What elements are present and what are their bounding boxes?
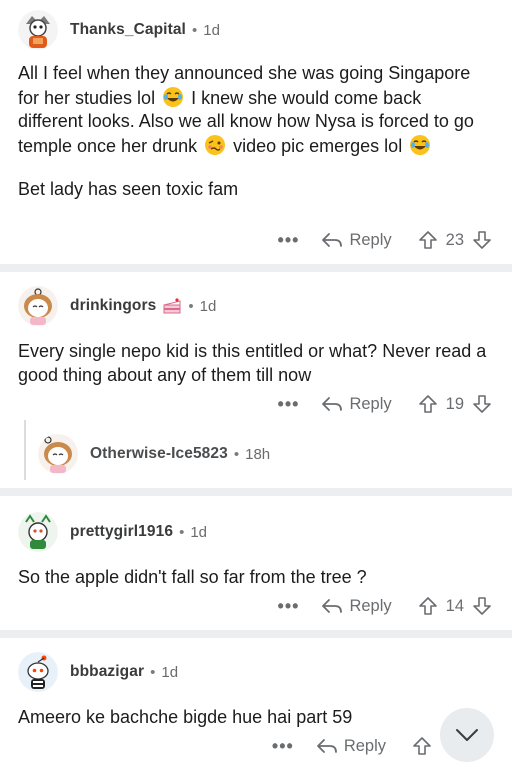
thread-line[interactable] — [24, 420, 26, 480]
vote-controls: 19 — [418, 394, 492, 414]
username[interactable]: Otherwise-Ice5823 — [90, 445, 228, 463]
comment-body: All I feel when they announced she was g… — [18, 62, 488, 202]
comment-header: prettygirl1916 • 1d — [18, 512, 207, 552]
timestamp: 1d — [199, 297, 217, 315]
reply-label: Reply — [349, 394, 392, 413]
separator-dot: • — [179, 523, 185, 541]
scroll-down-button[interactable] — [440, 708, 494, 762]
reply-button[interactable]: Reply — [321, 230, 392, 250]
username[interactable]: drinkingors — [70, 297, 156, 315]
reply-header[interactable]: Otherwise-Ice5823 • 18h — [38, 434, 270, 474]
comment-body: So the apple didn't fall so far from the… — [18, 566, 488, 590]
reply-icon — [322, 397, 343, 411]
comment-text: Ameero ke bachche bigde hue hai part 59 — [18, 707, 353, 727]
timestamp: 1d — [203, 21, 220, 39]
comment-4: bbbazigar • 1d Ameero ke bachche bigde h… — [0, 638, 512, 768]
more-options-button[interactable]: ••• — [278, 394, 300, 415]
reply-icon — [322, 599, 343, 613]
reply-label: Reply — [343, 736, 386, 755]
comment-body: Ameero ke bachche bigde hue hai part 59 — [18, 706, 488, 730]
comment-header: Thanks_Capital • 1d — [18, 10, 220, 50]
downvote-icon[interactable] — [472, 394, 492, 414]
comment-separator — [0, 630, 512, 638]
comment-actions: ••• Reply 23 — [278, 228, 492, 252]
avatar[interactable] — [18, 10, 58, 50]
comment-paragraph: Bet lady has seen toxic fam — [18, 178, 488, 202]
comment-body: Every single nepo kid is this entitled o… — [18, 340, 488, 387]
chevron-down-icon — [456, 729, 478, 741]
vote-controls — [412, 736, 432, 756]
timestamp: 18h — [245, 445, 271, 463]
laughing-emoji-icon — [162, 86, 184, 108]
username[interactable]: bbbazigar — [70, 663, 144, 681]
avatar[interactable] — [18, 652, 58, 692]
comment-text: Bet lady has seen toxic fam — [18, 179, 239, 199]
downvote-icon[interactable] — [472, 596, 492, 616]
cake-icon — [162, 296, 182, 316]
more-options-button[interactable]: ••• — [278, 596, 300, 617]
comment-header: drinkingors • 1d — [18, 286, 216, 326]
woozy-face-icon — [204, 134, 226, 156]
avatar[interactable] — [18, 512, 58, 552]
more-options-button[interactable]: ••• — [278, 230, 300, 251]
laughing-emoji-icon — [409, 134, 431, 156]
comment-header: bbbazigar • 1d — [18, 652, 178, 692]
comment-separator — [0, 488, 512, 496]
reply-label: Reply — [349, 596, 392, 615]
comment-actions: ••• Reply — [272, 734, 432, 758]
reply-label: Reply — [349, 230, 392, 249]
avatar[interactable] — [38, 434, 78, 474]
separator-dot: • — [233, 445, 240, 463]
separator-dot: • — [150, 663, 156, 681]
comment-actions: ••• Reply 14 — [278, 594, 492, 618]
upvote-icon[interactable] — [418, 596, 438, 616]
reply-button[interactable]: Reply — [321, 394, 392, 414]
separator-dot: • — [191, 21, 198, 39]
reply-icon — [322, 233, 343, 247]
vote-controls: 23 — [418, 230, 492, 250]
separator-dot: • — [188, 297, 194, 315]
vote-count: 14 — [445, 596, 464, 615]
reply-button[interactable]: Reply — [321, 596, 392, 616]
comment-text: So the apple didn't fall so far from the… — [18, 567, 367, 587]
vote-controls: 14 — [418, 596, 492, 616]
comment-actions: ••• Reply 19 — [278, 392, 492, 416]
reply-button[interactable]: Reply — [316, 737, 386, 756]
avatar[interactable] — [18, 286, 58, 326]
vote-count: 23 — [445, 230, 464, 249]
comment-1: Thanks_Capital • 1d All I feel when they… — [0, 0, 512, 262]
comment-3: prettygirl1916 • 1d So the apple didn't … — [0, 496, 512, 630]
comment-separator — [0, 264, 512, 272]
username[interactable]: Thanks_Capital — [70, 21, 186, 39]
timestamp: 1d — [190, 523, 208, 541]
timestamp: 1d — [161, 663, 179, 681]
reply-icon — [316, 739, 337, 753]
vote-count: 19 — [445, 394, 464, 413]
upvote-icon[interactable] — [418, 230, 438, 250]
comment-2: drinkingors • 1d Every single nepo kid i… — [0, 272, 512, 488]
downvote-icon[interactable] — [472, 230, 492, 250]
comment-paragraph: All I feel when they announced she was g… — [18, 62, 488, 158]
comment-text: video pic emerges lol — [228, 135, 408, 156]
upvote-icon[interactable] — [418, 394, 438, 414]
upvote-icon[interactable] — [412, 736, 432, 756]
more-options-button[interactable]: ••• — [272, 736, 294, 757]
username[interactable]: prettygirl1916 — [70, 523, 173, 541]
comment-text: Every single nepo kid is this entitled o… — [18, 341, 487, 385]
